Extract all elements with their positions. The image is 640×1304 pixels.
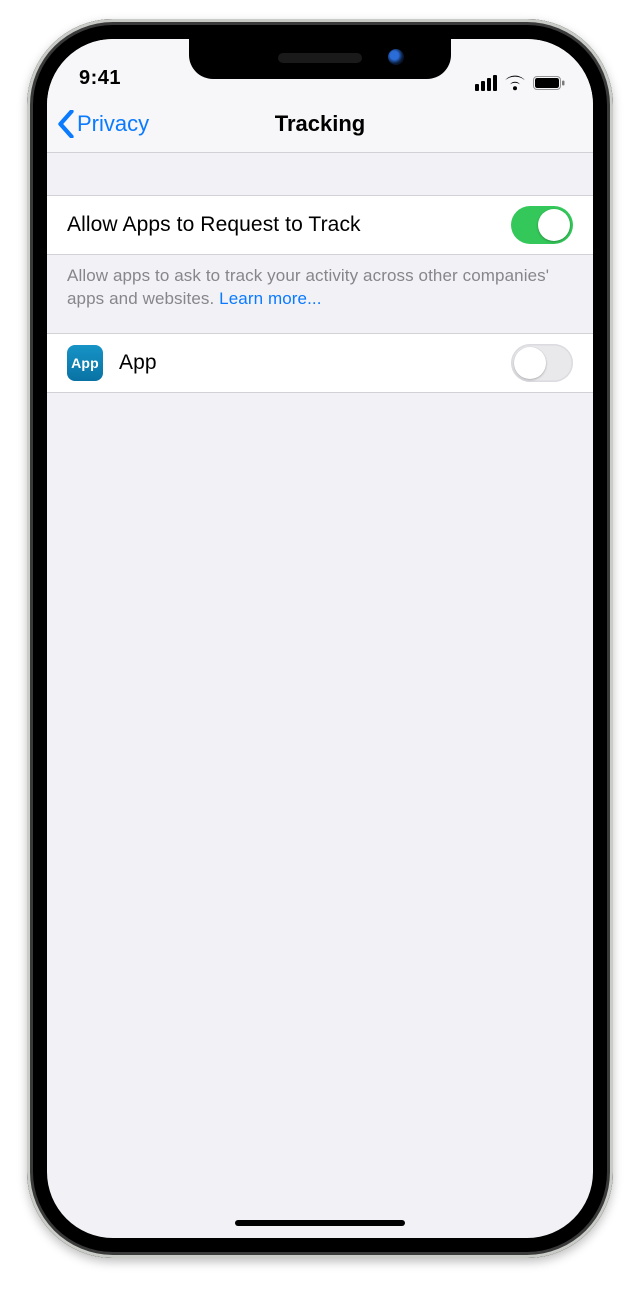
chevron-left-icon — [57, 110, 75, 138]
learn-more-link[interactable]: Learn more... — [219, 289, 321, 308]
wifi-icon — [504, 75, 526, 91]
cellular-signal-icon — [475, 75, 497, 91]
front-camera — [388, 49, 404, 65]
screen: 9:41 Privacy — [47, 39, 593, 1238]
section-footer: Allow apps to ask to track your activity… — [47, 255, 593, 333]
allow-tracking-request-label: Allow Apps to Request to Track — [67, 213, 511, 237]
home-indicator[interactable] — [235, 1220, 405, 1226]
app-icon: App — [67, 345, 103, 381]
allow-tracking-request-switch[interactable] — [511, 206, 573, 244]
earpiece-speaker — [278, 53, 362, 63]
phone-frame: 9:41 Privacy — [27, 19, 613, 1258]
page-title: Tracking — [275, 111, 365, 137]
back-button-label: Privacy — [77, 111, 149, 137]
app-name-label: App — [119, 351, 511, 375]
back-button[interactable]: Privacy — [57, 95, 149, 152]
app-tracking-row: App App — [47, 333, 593, 393]
allow-tracking-request-row: Allow Apps to Request to Track — [47, 195, 593, 255]
status-time: 9:41 — [79, 67, 121, 90]
notch — [189, 39, 451, 79]
app-tracking-switch[interactable] — [511, 344, 573, 382]
navigation-bar: Privacy Tracking — [47, 95, 593, 153]
battery-icon — [533, 76, 565, 90]
